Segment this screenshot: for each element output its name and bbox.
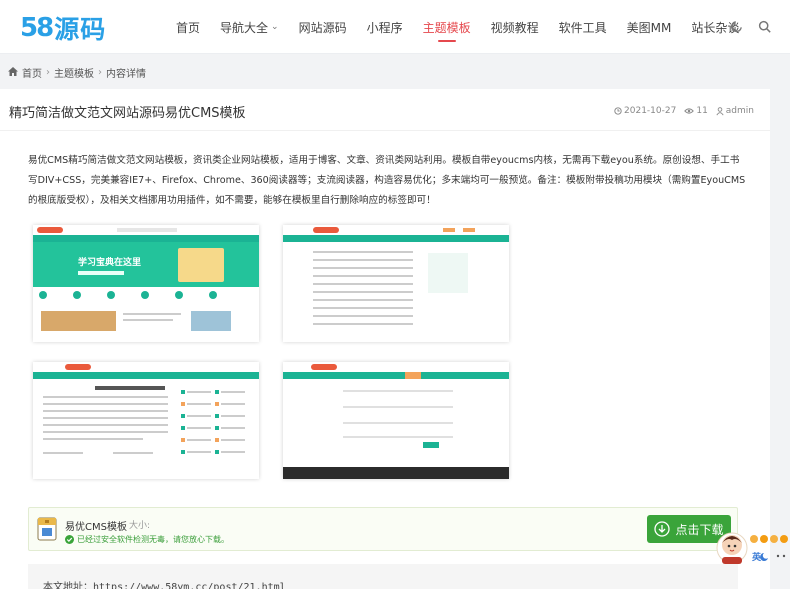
search-icon[interactable] <box>756 18 772 34</box>
download-icon <box>654 521 671 537</box>
post-date: 2021-10-27 <box>614 106 676 116</box>
check-circle-icon <box>65 535 74 544</box>
download-file-name: 易优CMS模板 <box>65 522 127 533</box>
template-preview-article[interactable] <box>33 362 259 479</box>
preview-banner-text: 学习宝典在这里 <box>78 258 142 268</box>
nav-item-home[interactable]: 首页 <box>176 0 200 54</box>
eye-icon <box>684 108 695 114</box>
site-header: 58 源码 首页 导航大全 ⌄ 网站源码 小程序 主题模板 视频教程 软件工具 美… <box>0 0 790 54</box>
post-author[interactable]: admin <box>716 106 754 116</box>
post-views: 11 <box>684 106 708 116</box>
user-icon <box>716 106 724 115</box>
breadcrumb: 首页 › 主题模板 › 内容详情 <box>8 65 146 80</box>
logo-number: 58 <box>20 13 54 43</box>
main-nav: 首页 导航大全 ⌄ 网站源码 小程序 主题模板 视频教程 软件工具 美图MM 站长… <box>176 0 759 54</box>
widget-language-label[interactable]: 英 <box>752 550 761 563</box>
nav-item-images[interactable]: 美图MM <box>627 0 672 54</box>
chevron-right-icon: › <box>98 67 102 78</box>
nav-item-directory[interactable]: 导航大全 ⌄ <box>220 0 279 54</box>
site-logo[interactable]: 58 源码 <box>20 10 106 46</box>
article-body: 易优CMS精巧简洁做文范文网站模板，资讯类企业网站模板，适用于博客、文章、资讯类… <box>28 155 746 206</box>
floating-assistant-widget[interactable]: 英 <box>714 531 790 567</box>
logo-text: 源码 <box>54 15 107 44</box>
moon-icon[interactable] <box>728 18 744 34</box>
article-meta: 2021-10-27 11 admin <box>614 106 754 116</box>
article-url-box: 本文地址：https://www.58ym.cc/post/21.html <box>28 564 738 589</box>
nav-item-videos[interactable]: 视频教程 <box>491 0 539 54</box>
article-url[interactable]: 本文地址：https://www.58ym.cc/post/21.html <box>43 578 286 589</box>
article-header: 精巧简洁做文范文网站源码易优CMS模板 2021-10-27 11 admin <box>0 89 770 131</box>
nav-item-themes[interactable]: 主题模板 <box>423 0 471 54</box>
download-safe-note: 已经过安全软件检测无毒，请您放心下载。 <box>65 534 229 545</box>
template-preview-form[interactable] <box>283 362 509 479</box>
home-icon <box>8 66 18 79</box>
nav-item-tools[interactable]: 软件工具 <box>559 0 607 54</box>
breadcrumb-home[interactable]: 首页 <box>22 65 42 80</box>
clock-icon <box>614 107 622 115</box>
template-preview-list[interactable] <box>283 225 509 342</box>
breadcrumb-current: 内容详情 <box>106 69 146 80</box>
page-title: 精巧简洁做文范文网站源码易优CMS模板 <box>9 106 246 121</box>
nav-item-source[interactable]: 网站源码 <box>299 0 347 54</box>
download-box: 易优CMS模板 大小: 已经过安全软件检测无毒，请您放心下载。 点击下载 <box>28 507 738 551</box>
breadcrumb-category[interactable]: 主题模板 <box>54 65 94 80</box>
template-preview-home[interactable]: 学习宝典在这里 <box>33 225 259 342</box>
nav-item-miniprogram[interactable]: 小程序 <box>367 0 403 54</box>
article-card: 精巧简洁做文范文网站源码易优CMS模板 2021-10-27 11 admin … <box>0 89 770 589</box>
chevron-down-icon: ⌄ <box>271 22 279 32</box>
chevron-right-icon: › <box>46 67 50 78</box>
download-file-size: 大小: <box>129 521 151 531</box>
archive-icon <box>37 517 57 541</box>
